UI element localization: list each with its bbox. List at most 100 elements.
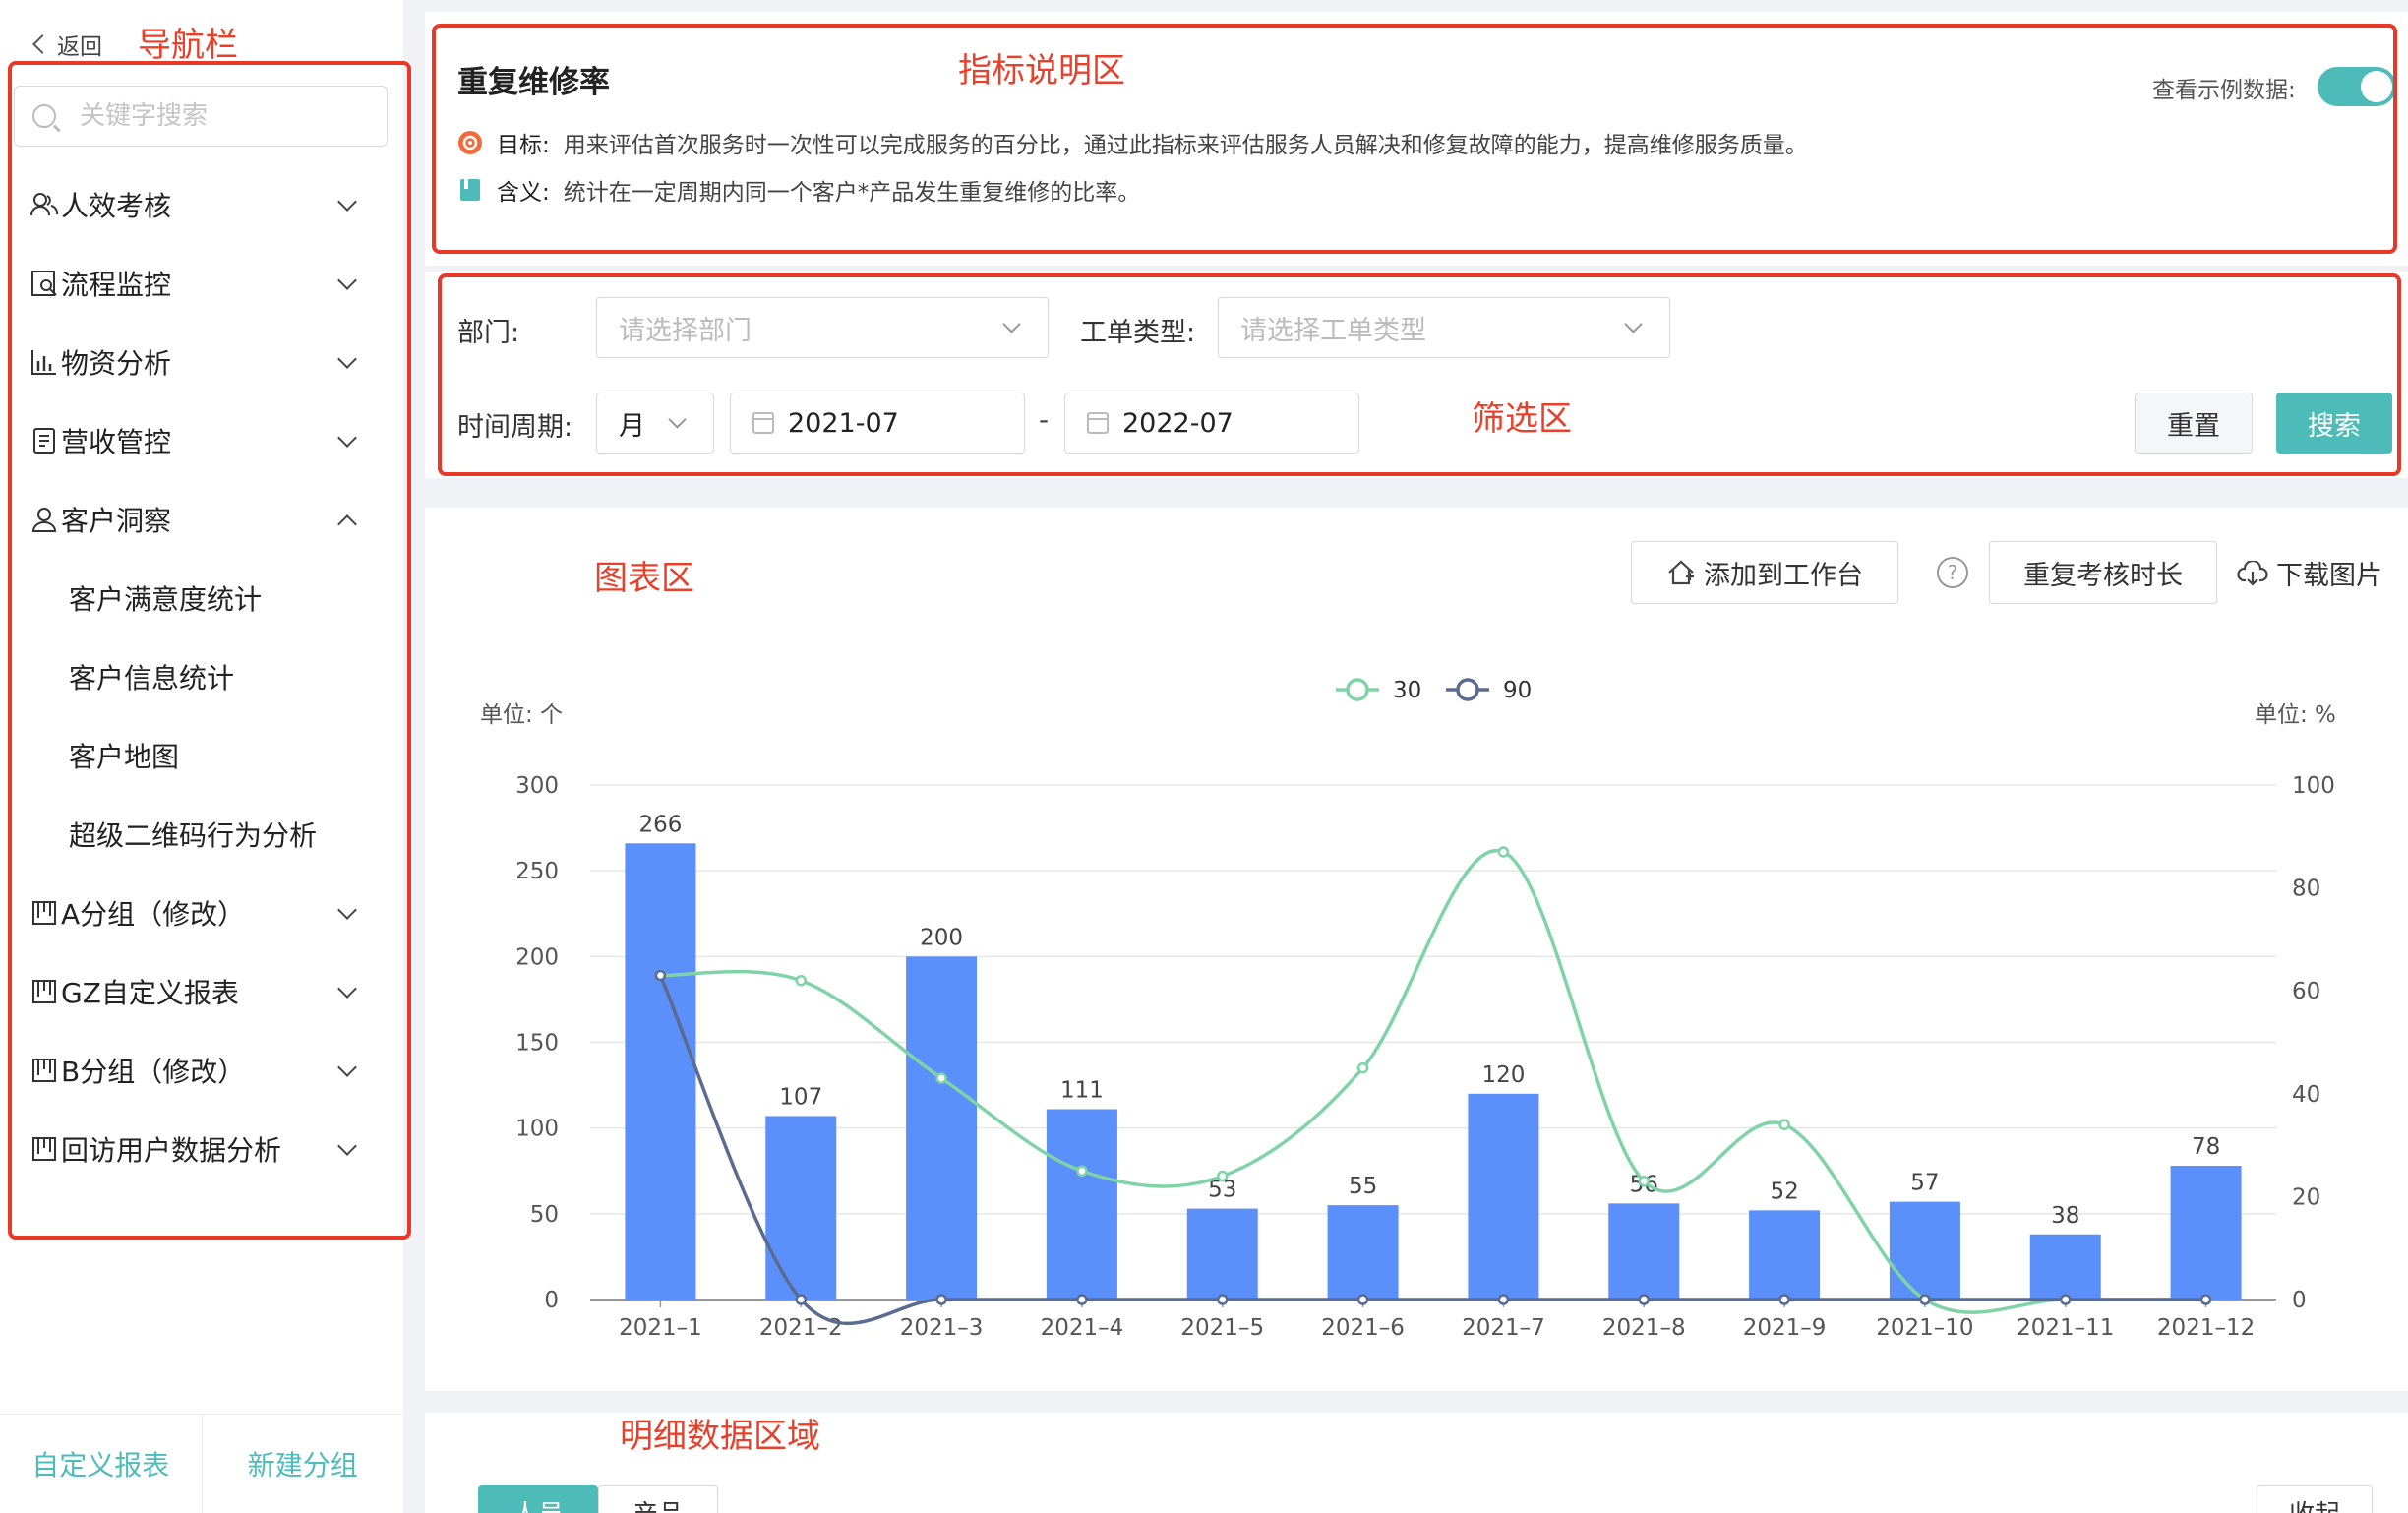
board-icon xyxy=(32,1137,56,1161)
new-group-button[interactable]: 新建分组 xyxy=(203,1415,404,1513)
add-to-workbench-label: 添加到工作台 xyxy=(1704,560,1863,591)
sidebar-item[interactable]: 客户洞察 xyxy=(30,480,374,559)
detail-tabs: 人员 产品 xyxy=(478,1485,719,1513)
help-icon[interactable]: ? xyxy=(1937,557,1968,588)
period-label: 时间周期: xyxy=(457,412,573,443)
meaning-label: 含义: xyxy=(497,180,550,206)
sidebar-item[interactable]: B分组（修改） xyxy=(30,1031,374,1110)
add-to-workbench-button[interactable]: 添加到工作台 xyxy=(1631,541,1898,604)
sidebar-item-label: 回访用户数据分析 xyxy=(61,1134,282,1167)
calendar-icon xyxy=(1087,412,1109,434)
goal-label: 目标: xyxy=(497,133,550,158)
search-button[interactable]: 搜索 xyxy=(2276,393,2392,454)
custom-report-button[interactable]: 自定义报表 xyxy=(0,1415,203,1513)
sidebar-subitem[interactable]: 客户信息统计 xyxy=(30,637,374,716)
indicator-title: 重复维修率 xyxy=(457,65,610,100)
example-data-toggle[interactable] xyxy=(2318,67,2396,106)
sidebar-item-label: GZ自定义报表 xyxy=(61,977,239,1009)
download-label: 下载图片 xyxy=(2276,561,2382,591)
user-icon xyxy=(31,508,57,532)
chart-panel xyxy=(425,508,2408,1391)
tab-people[interactable]: 人员 xyxy=(478,1485,599,1513)
board-icon xyxy=(32,901,56,925)
chevron-down-icon xyxy=(1624,315,1643,333)
chevron-down-icon xyxy=(337,1058,357,1077)
sidebar-bottom: 自定义报表 新建分组 xyxy=(0,1414,403,1513)
annotation-chart: 图表区 xyxy=(594,559,694,598)
search-input[interactable] xyxy=(80,101,375,131)
sidebar: 返回 人效考核流程监控物资分析营收管控客户洞察客户满意度统计客户信息统计客户地图… xyxy=(0,0,403,1513)
sidebar-item[interactable]: 流程监控 xyxy=(30,244,374,323)
repeat-duration-button[interactable]: 重复考核时长 xyxy=(1989,541,2217,604)
back-button[interactable]: 返回 xyxy=(32,28,102,61)
chevron-down-icon xyxy=(337,979,357,999)
search-icon xyxy=(32,104,56,128)
sidebar-subitem[interactable]: 客户满意度统计 xyxy=(30,559,374,637)
sidebar-item-label: 人效考核 xyxy=(61,190,172,222)
annotation-filter: 筛选区 xyxy=(1472,399,1572,439)
download-image-button[interactable]: 下载图片 xyxy=(2237,554,2382,592)
sidebar-item-label: A分组（修改） xyxy=(61,898,246,931)
home-icon xyxy=(1668,560,1694,585)
chevron-down-icon xyxy=(1002,315,1021,333)
sidebar-item[interactable]: 物资分析 xyxy=(30,323,374,401)
meaning-line: 含义: 统计在一定周期内同一个客户*产品发生重复维修的比率。 xyxy=(457,173,1140,207)
date-separator: - xyxy=(1039,403,1050,436)
dept-placeholder: 请选择部门 xyxy=(619,315,752,346)
period-select[interactable]: 月 xyxy=(596,393,714,454)
board-icon xyxy=(32,1059,56,1082)
chevron-down-icon xyxy=(337,1136,357,1156)
chevron-up-icon xyxy=(337,514,357,534)
annotation-indicator: 指标说明区 xyxy=(958,51,1125,91)
type-label: 工单类型: xyxy=(1080,318,1196,348)
calendar-icon xyxy=(752,412,774,434)
chevron-down-icon xyxy=(668,410,687,429)
sidebar-subitem[interactable]: 客户地图 xyxy=(30,716,374,795)
annotation-nav: 导航栏 xyxy=(138,26,238,65)
sidebar-subitem[interactable]: 超级二维码行为分析 xyxy=(30,795,374,874)
type-select[interactable]: 请选择工单类型 xyxy=(1218,297,1670,358)
sidebar-item-label: 客户洞察 xyxy=(61,505,172,537)
bar-icon xyxy=(31,350,56,375)
annotation-detail: 明细数据区域 xyxy=(620,1417,820,1456)
example-data-label: 查看示例数据: xyxy=(2152,78,2296,103)
meaning-text: 统计在一定周期内同一个客户*产品发生重复维修的比率。 xyxy=(563,180,1141,206)
goal-text: 用来评估首次服务时一次性可以完成服务的百分比，通过此指标来评估服务人员解决和修复… xyxy=(563,133,1808,158)
dept-select[interactable]: 请选择部门 xyxy=(596,297,1049,358)
sidebar-item[interactable]: 人效考核 xyxy=(30,165,374,244)
dept-label: 部门: xyxy=(457,318,520,348)
chevron-down-icon xyxy=(337,271,357,290)
cloud-download-icon xyxy=(2237,560,2268,586)
people-icon xyxy=(30,193,59,216)
sidebar-item[interactable]: 回访用户数据分析 xyxy=(30,1110,374,1188)
end-date-picker[interactable]: 2022-07 xyxy=(1064,393,1359,454)
target-icon xyxy=(458,131,482,154)
chevron-down-icon xyxy=(337,192,357,212)
sidebar-item-label: 物资分析 xyxy=(61,347,172,380)
chevron-down-icon xyxy=(337,428,357,448)
goal-line: 目标: 用来评估首次服务时一次性可以完成服务的百分比，通过此指标来评估服务人员解… xyxy=(457,126,1808,159)
sidebar-nav: 人效考核流程监控物资分析营收管控客户洞察客户满意度统计 客户信息统计 客户地图 超级二… xyxy=(30,165,374,1188)
sidebar-item-label: 流程监控 xyxy=(61,269,172,301)
board-icon xyxy=(32,980,56,1003)
sidebar-item[interactable]: GZ自定义报表 xyxy=(30,952,374,1031)
sidebar-item[interactable]: A分组（修改） xyxy=(30,874,374,952)
sidebar-item-label: 营收管控 xyxy=(61,426,172,458)
process-icon xyxy=(31,271,57,296)
end-date: 2022-07 xyxy=(1122,407,1234,439)
type-placeholder: 请选择工单类型 xyxy=(1240,315,1426,346)
chevron-down-icon xyxy=(337,900,357,920)
chevron-down-icon xyxy=(337,349,357,369)
sidebar-item[interactable]: 营收管控 xyxy=(30,401,374,480)
start-date: 2021-07 xyxy=(788,407,899,439)
tab-product[interactable]: 产品 xyxy=(598,1485,719,1513)
start-date-picker[interactable]: 2021-07 xyxy=(730,393,1025,454)
period-value: 月 xyxy=(619,410,645,442)
search-box[interactable] xyxy=(14,86,388,147)
book-icon xyxy=(460,179,480,201)
back-label: 返回 xyxy=(57,34,102,60)
collapse-button[interactable]: 收起 xyxy=(2257,1485,2373,1513)
chevron-left-icon xyxy=(32,34,52,54)
receipt-icon xyxy=(33,428,55,454)
reset-button[interactable]: 重置 xyxy=(2135,393,2253,454)
